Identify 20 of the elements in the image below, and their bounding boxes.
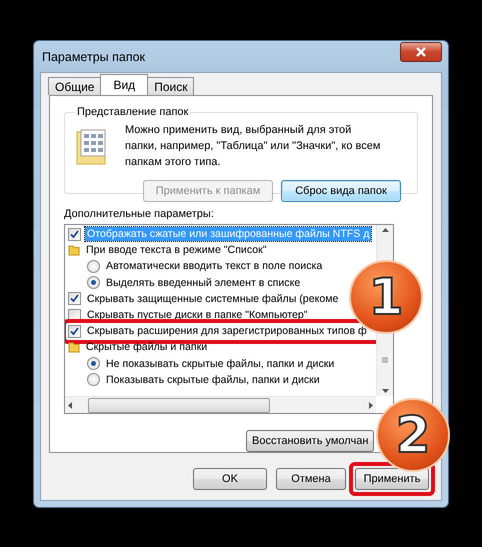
restore-defaults-button[interactable]: Восстановить умолчан (246, 430, 374, 452)
option-label[interactable]: Скрывать пустые диски в папке "Компьютер" (85, 308, 310, 322)
dialog-button[interactable]: OK (193, 468, 267, 490)
description-text: Можно применить вид, выбранный для этой папки, например, "Таблица" или "Значки", ко всем папкам этого типа. (125, 123, 381, 170)
tab[interactable]: Поиск (147, 77, 194, 95)
option-label[interactable]: Выделять введенный элемент в списке (104, 276, 302, 290)
option-label[interactable]: При вводе текста в режиме "Список" (84, 243, 269, 258)
option-label[interactable]: Скрывать защищенные системные файлы (рекоме (85, 292, 340, 306)
group-title: Представление папок (76, 106, 190, 118)
tab[interactable]: Общие (48, 77, 102, 95)
dialog-button[interactable]: Применить (355, 468, 429, 490)
option-label[interactable]: Показывать скрытые файлы, папки и диски (104, 372, 322, 387)
window-title: Параметры папок (41, 50, 146, 64)
section-label: Дополнительные параметры: (64, 208, 215, 220)
apply-button[interactable]: Сброс вида папок (281, 180, 401, 202)
tab[interactable]: Вид (100, 74, 148, 95)
option-label[interactable]: Автоматически вводить текст в поле поиска (104, 259, 324, 274)
option-label[interactable]: Не показывать скрытые файлы, папки и диски (104, 356, 336, 371)
option-label[interactable]: Скрытые файлы и папки (84, 340, 210, 354)
dialog-button[interactable]: Отмена (276, 468, 346, 490)
